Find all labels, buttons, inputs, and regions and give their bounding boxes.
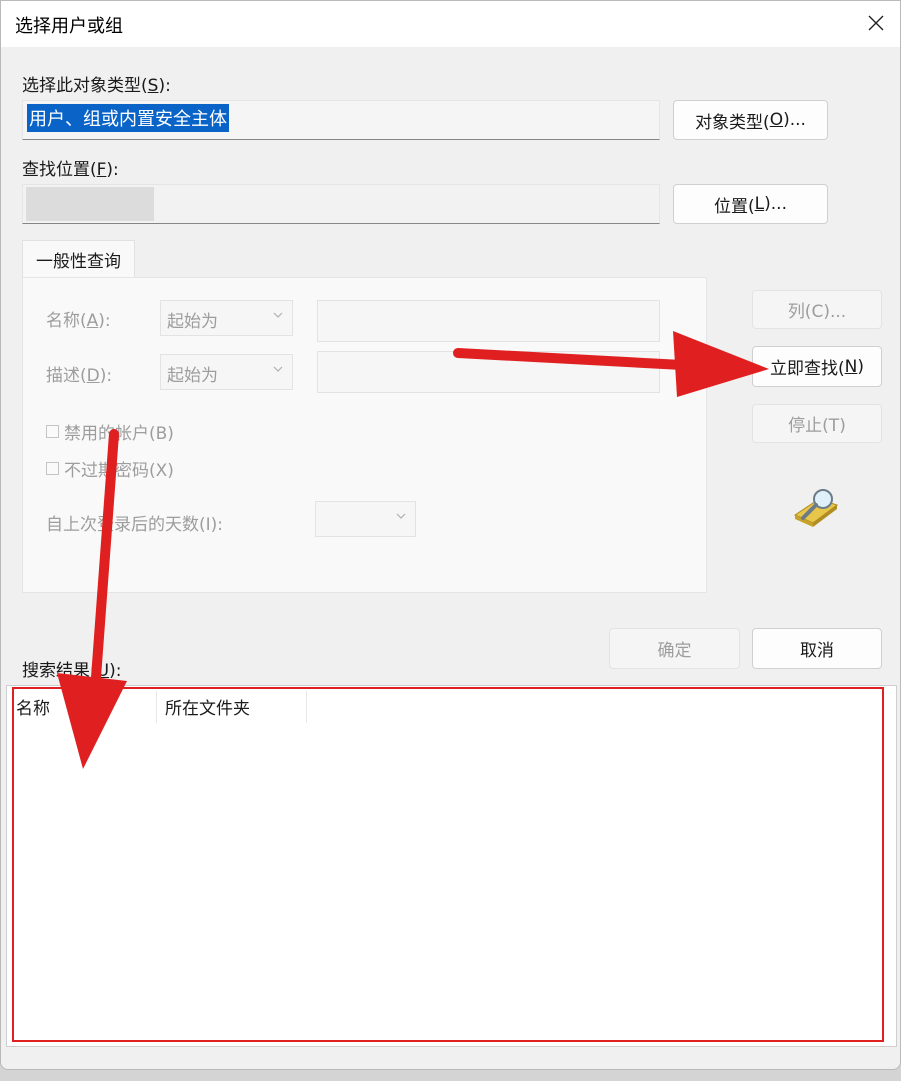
days-since-logon-label: 自上次登录后的天数(I): [46, 515, 224, 535]
search-magnifier-icon [793, 489, 839, 527]
search-results-label: 搜索结果(U): [22, 661, 122, 681]
object-type-field[interactable]: 用户、组或内置安全主体 [22, 100, 660, 140]
name-mode-select[interactable]: 起始为 [160, 300, 293, 336]
object-type-value: 用户、组或内置安全主体 [27, 104, 229, 132]
description-label: 描述(D): [46, 366, 113, 386]
non-expiring-password-checkbox[interactable]: 不过期密码(X) [46, 456, 174, 481]
name-input[interactable] [317, 300, 660, 342]
select-users-dialog: 选择用户或组 选择此对象类型(S): 用户、组或内置安全主体 对象类型(O)..… [0, 0, 901, 1070]
redacted-location-value [26, 187, 154, 221]
title-bar: 选择用户或组 [1, 1, 900, 47]
ok-button[interactable]: 确定 [609, 628, 740, 669]
disabled-accounts-checkbox[interactable]: 禁用的帐户(B) [46, 419, 174, 444]
dialog-title: 选择用户或组 [15, 16, 123, 37]
checkbox-box [46, 462, 59, 475]
description-mode-select[interactable]: 起始为 [160, 354, 293, 390]
object-type-label: 选择此对象类型(S): [22, 76, 171, 96]
annotation-highlight-box [12, 687, 884, 1042]
close-button[interactable] [858, 5, 894, 41]
chevron-down-icon [273, 366, 283, 372]
find-now-button[interactable]: 立即查找(N) [752, 346, 882, 387]
locations-button[interactable]: 位置(L)... [673, 184, 828, 224]
object-types-button[interactable]: 对象类型(O)... [673, 100, 828, 140]
stop-button[interactable]: 停止(T) [752, 404, 882, 443]
close-icon [868, 15, 884, 31]
description-input[interactable] [317, 351, 660, 393]
tab-general-queries[interactable]: 一般性查询 [22, 240, 135, 278]
chevron-down-icon [396, 513, 406, 519]
chevron-down-icon [273, 312, 283, 318]
location-label: 查找位置(F): [22, 160, 119, 180]
cancel-button[interactable]: 取消 [752, 628, 882, 669]
checkbox-box [46, 425, 59, 438]
columns-button[interactable]: 列(C)... [752, 290, 882, 329]
location-field[interactable] [22, 184, 660, 224]
days-since-logon-select[interactable] [315, 501, 416, 537]
name-label: 名称(A): [46, 311, 111, 331]
